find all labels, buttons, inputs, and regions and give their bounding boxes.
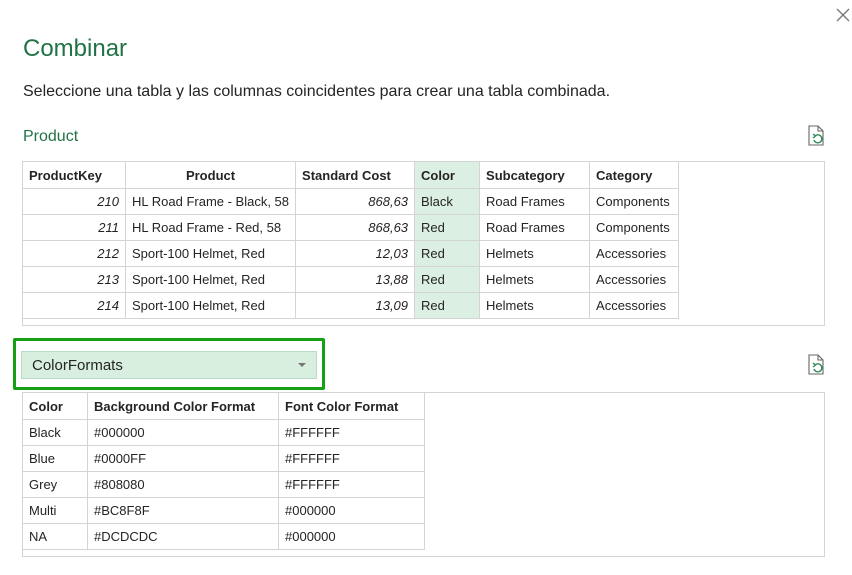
- cell-standard-cost: 13,88: [295, 266, 416, 293]
- cell-productkey: 211: [23, 214, 126, 241]
- table-row: 211 HL Road Frame - Red, 58 868,63 Red R…: [23, 214, 680, 241]
- cell-font-color-format: #000000: [278, 497, 425, 524]
- cell-productkey: 214: [23, 292, 126, 319]
- cell-product: HL Road Frame - Red, 58: [125, 214, 297, 241]
- cell-subcategory: Helmets: [479, 240, 591, 267]
- cell-color: Grey: [23, 471, 88, 498]
- cell-category: Components: [589, 214, 680, 241]
- cell-category: Accessories: [589, 266, 680, 293]
- table-row: 214 Sport-100 Helmet, Red 13,09 Red Helm…: [23, 292, 680, 319]
- second-table-select[interactable]: ColorFormats: [21, 351, 317, 379]
- table-row: Black #000000 #FFFFFF: [23, 419, 425, 446]
- cell-subcategory: Helmets: [479, 266, 591, 293]
- cell-subcategory: Road Frames: [479, 214, 591, 241]
- cell-subcategory: Helmets: [479, 292, 591, 319]
- cell-color: Red: [414, 214, 481, 241]
- cell-product: HL Road Frame - Black, 58: [125, 188, 297, 215]
- column-header-category[interactable]: Category: [589, 162, 680, 189]
- second-table-header-row: Color Background Color Format Font Color…: [23, 393, 425, 420]
- second-table: Color Background Color Format Font Color…: [23, 393, 425, 550]
- cell-category: Accessories: [589, 292, 680, 319]
- first-table-name: Product: [23, 128, 79, 145]
- close-icon[interactable]: [833, 5, 852, 25]
- cell-background-color-format: #000000: [87, 419, 279, 446]
- cell-font-color-format: #000000: [278, 523, 425, 550]
- column-header-color[interactable]: Color: [23, 393, 88, 420]
- first-table-preview: ProductKey Product Standard Cost Color S…: [22, 161, 825, 326]
- cell-background-color-format: #DCDCDC: [87, 523, 279, 550]
- column-header-color[interactable]: Color: [414, 162, 481, 189]
- cell-color: Red: [414, 266, 481, 293]
- table-row: NA #DCDCDC #000000: [23, 523, 425, 550]
- table-row: 212 Sport-100 Helmet, Red 12,03 Red Helm…: [23, 240, 680, 267]
- dialog-title: Combinar: [23, 35, 128, 62]
- cell-background-color-format: #BC8F8F: [87, 497, 279, 524]
- column-header-productkey[interactable]: ProductKey: [23, 162, 126, 189]
- first-table-header-row: ProductKey Product Standard Cost Color S…: [23, 162, 680, 189]
- cell-product: Sport-100 Helmet, Red: [125, 292, 297, 319]
- refresh-preview-icon[interactable]: [806, 125, 826, 147]
- column-header-standard-cost[interactable]: Standard Cost: [295, 162, 416, 189]
- column-header-product[interactable]: Product: [125, 162, 297, 189]
- dialog-description: Seleccione una tabla y las columnas coin…: [23, 83, 611, 100]
- first-table: ProductKey Product Standard Cost Color S…: [23, 162, 680, 319]
- cell-color: Blue: [23, 445, 88, 472]
- cell-productkey: 212: [23, 240, 126, 267]
- cell-background-color-format: #808080: [87, 471, 279, 498]
- cell-standard-cost: 13,09: [295, 292, 416, 319]
- table-row: Multi #BC8F8F #000000: [23, 497, 425, 524]
- cell-standard-cost: 868,63: [295, 214, 416, 241]
- cell-category: Components: [589, 188, 680, 215]
- cell-font-color-format: #FFFFFF: [278, 445, 425, 472]
- cell-color: Multi: [23, 497, 88, 524]
- column-header-background-color-format[interactable]: Background Color Format: [87, 393, 279, 420]
- cell-standard-cost: 12,03: [295, 240, 416, 267]
- cell-font-color-format: #FFFFFF: [278, 419, 425, 446]
- cell-productkey: 210: [23, 188, 126, 215]
- table-row: Blue #0000FF #FFFFFF: [23, 445, 425, 472]
- cell-color: Red: [414, 292, 481, 319]
- second-table-preview: Color Background Color Format Font Color…: [22, 392, 825, 557]
- cell-font-color-format: #FFFFFF: [278, 471, 425, 498]
- cell-color: Red: [414, 240, 481, 267]
- cell-productkey: 213: [23, 266, 126, 293]
- table-row: Grey #808080 #FFFFFF: [23, 471, 425, 498]
- cell-color: Black: [414, 188, 481, 215]
- cell-product: Sport-100 Helmet, Red: [125, 240, 297, 267]
- table-row: 210 HL Road Frame - Black, 58 868,63 Bla…: [23, 188, 680, 215]
- chevron-down-icon: [298, 363, 306, 367]
- cell-standard-cost: 868,63: [295, 188, 416, 215]
- column-header-subcategory[interactable]: Subcategory: [479, 162, 591, 189]
- cell-product: Sport-100 Helmet, Red: [125, 266, 297, 293]
- column-header-font-color-format[interactable]: Font Color Format: [278, 393, 425, 420]
- second-table-select-value: ColorFormats: [32, 357, 123, 374]
- cell-subcategory: Road Frames: [479, 188, 591, 215]
- cell-color: Black: [23, 419, 88, 446]
- cell-color: NA: [23, 523, 88, 550]
- cell-category: Accessories: [589, 240, 680, 267]
- cell-background-color-format: #0000FF: [87, 445, 279, 472]
- table-row: 213 Sport-100 Helmet, Red 13,88 Red Helm…: [23, 266, 680, 293]
- highlight-frame: ColorFormats: [13, 338, 325, 390]
- refresh-preview-icon[interactable]: [806, 354, 826, 376]
